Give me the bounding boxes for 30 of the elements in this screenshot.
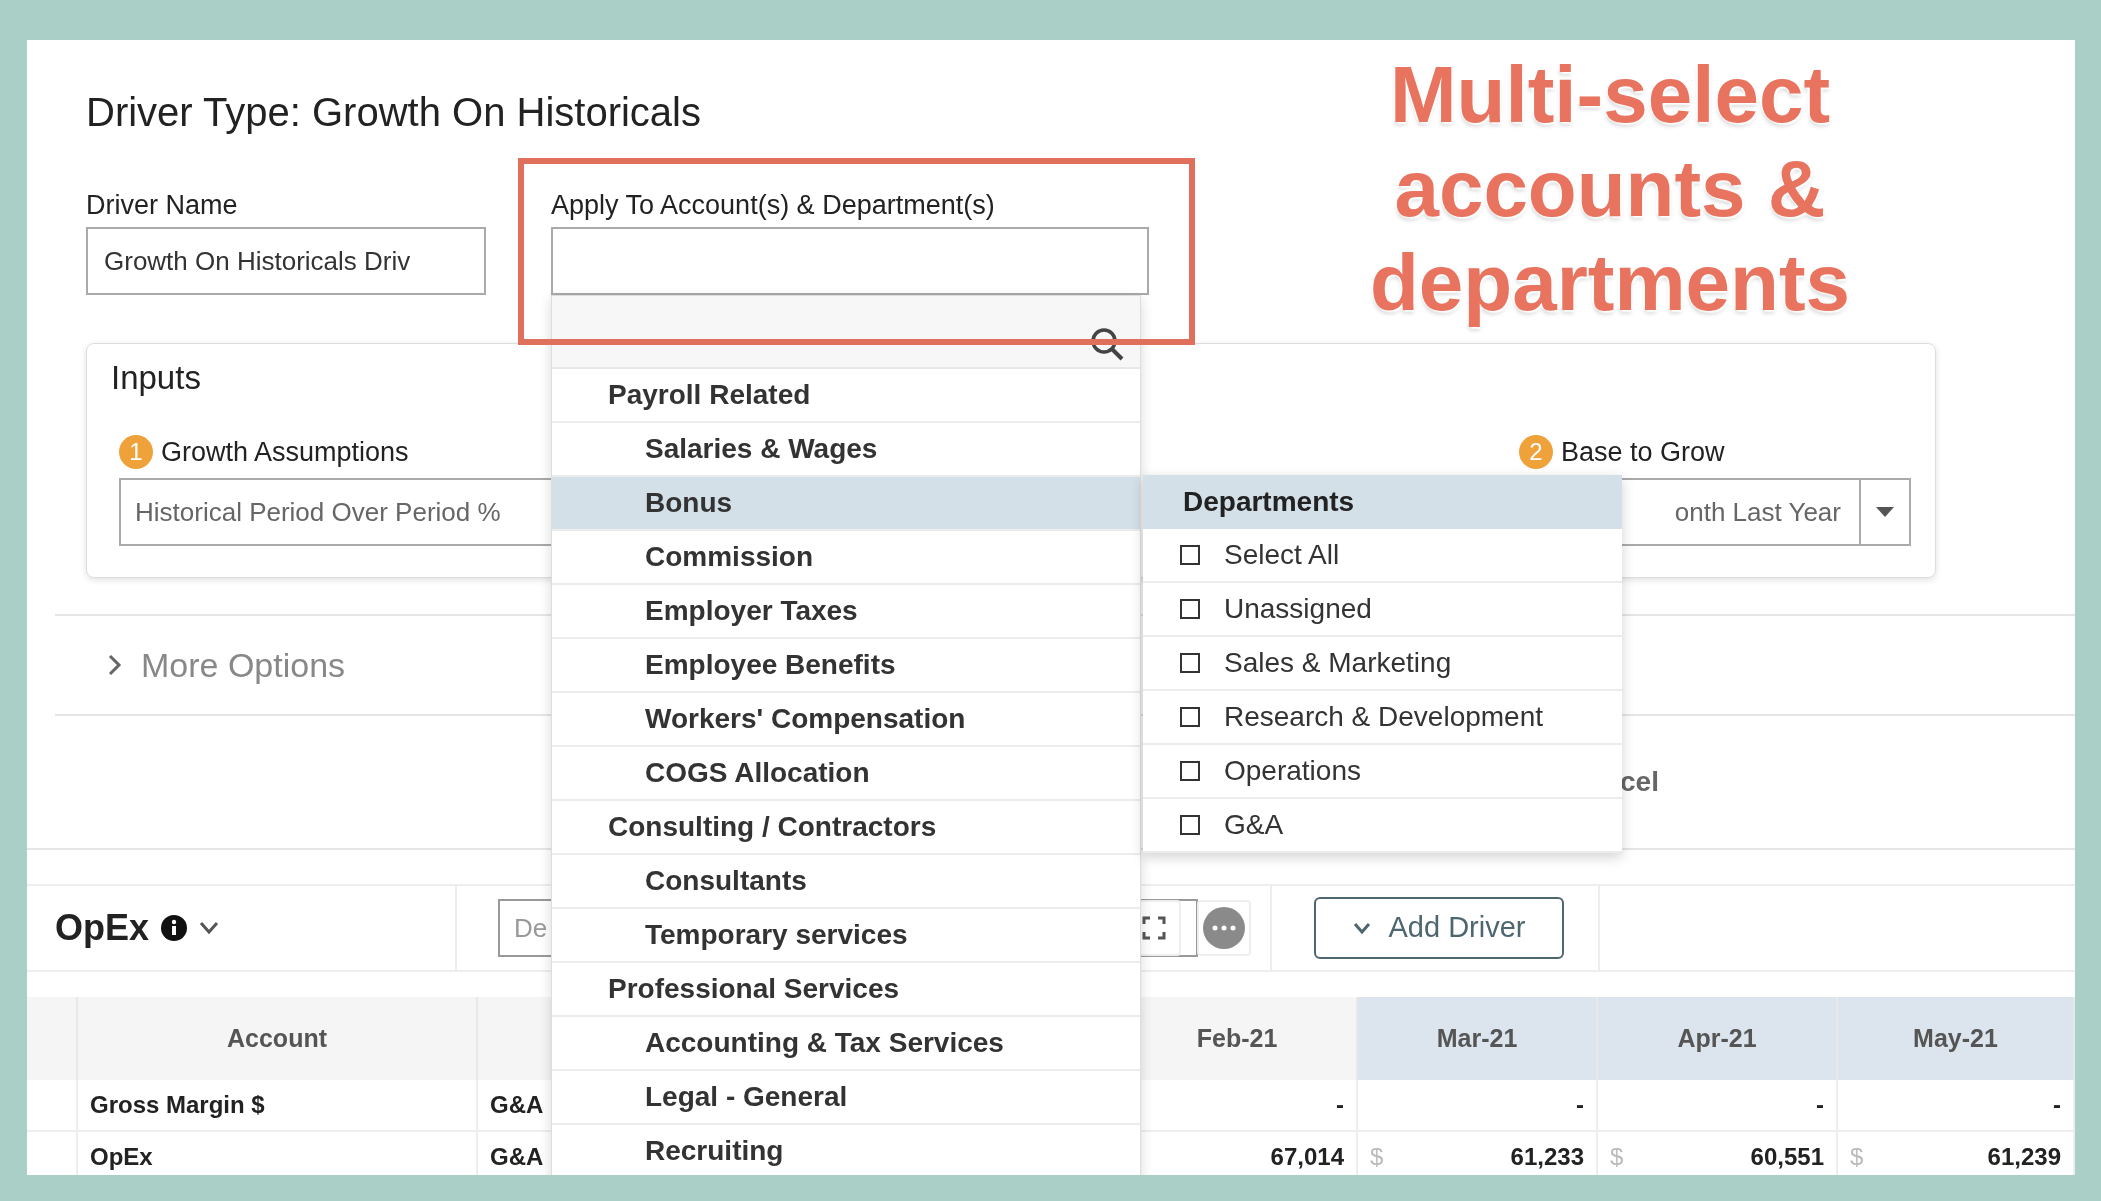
number-badge: 2 bbox=[1519, 435, 1553, 469]
table-cell-text: 60,551 bbox=[1750, 1142, 1824, 1172]
currency-sign: $ bbox=[1850, 1142, 1864, 1172]
field-label: Apply To Account(s) & Department(s) bbox=[551, 189, 996, 221]
table-cell-text: - bbox=[1816, 1090, 1824, 1120]
annotation-text: Multi-select accounts & departments bbox=[1368, 49, 1852, 329]
field-label: Base to Grow bbox=[1561, 436, 1725, 469]
table-cell-text: 61,233 bbox=[1510, 1142, 1584, 1172]
table-cell-text: 67,014 bbox=[1270, 1142, 1344, 1172]
table-cell-text: - bbox=[1336, 1090, 1344, 1120]
field-label: Growth Assumptions bbox=[161, 436, 409, 469]
column-header: May-21 bbox=[1838, 997, 2075, 1080]
select-value: onth Last Year bbox=[1674, 495, 1841, 529]
currency-sign: $ bbox=[1610, 1142, 1624, 1172]
table-cell: Gross Margin $ bbox=[78, 1080, 478, 1132]
table-cell-text: 61,239 bbox=[1987, 1142, 2061, 1172]
field-label: Driver Name bbox=[86, 189, 239, 221]
submenu-title: Departments bbox=[1143, 475, 1622, 529]
currency-sign: $ bbox=[1370, 1142, 1384, 1172]
column-header: Account bbox=[78, 997, 478, 1080]
table-cell: OpEx bbox=[78, 1132, 478, 1175]
number-badge: 1 bbox=[119, 435, 153, 469]
table-cell-text: - bbox=[2053, 1090, 2061, 1120]
column-header: Mar-21 bbox=[1358, 997, 1598, 1080]
card-title: Inputs bbox=[111, 358, 201, 398]
page-title: Driver Type: Growth On Historicals bbox=[86, 89, 701, 136]
select-value: Historical Period Over Period % bbox=[135, 495, 501, 529]
column-header: Apr-21 bbox=[1598, 997, 1838, 1080]
table-cell-text: - bbox=[1576, 1090, 1584, 1120]
section-title: OpEx bbox=[55, 906, 150, 950]
